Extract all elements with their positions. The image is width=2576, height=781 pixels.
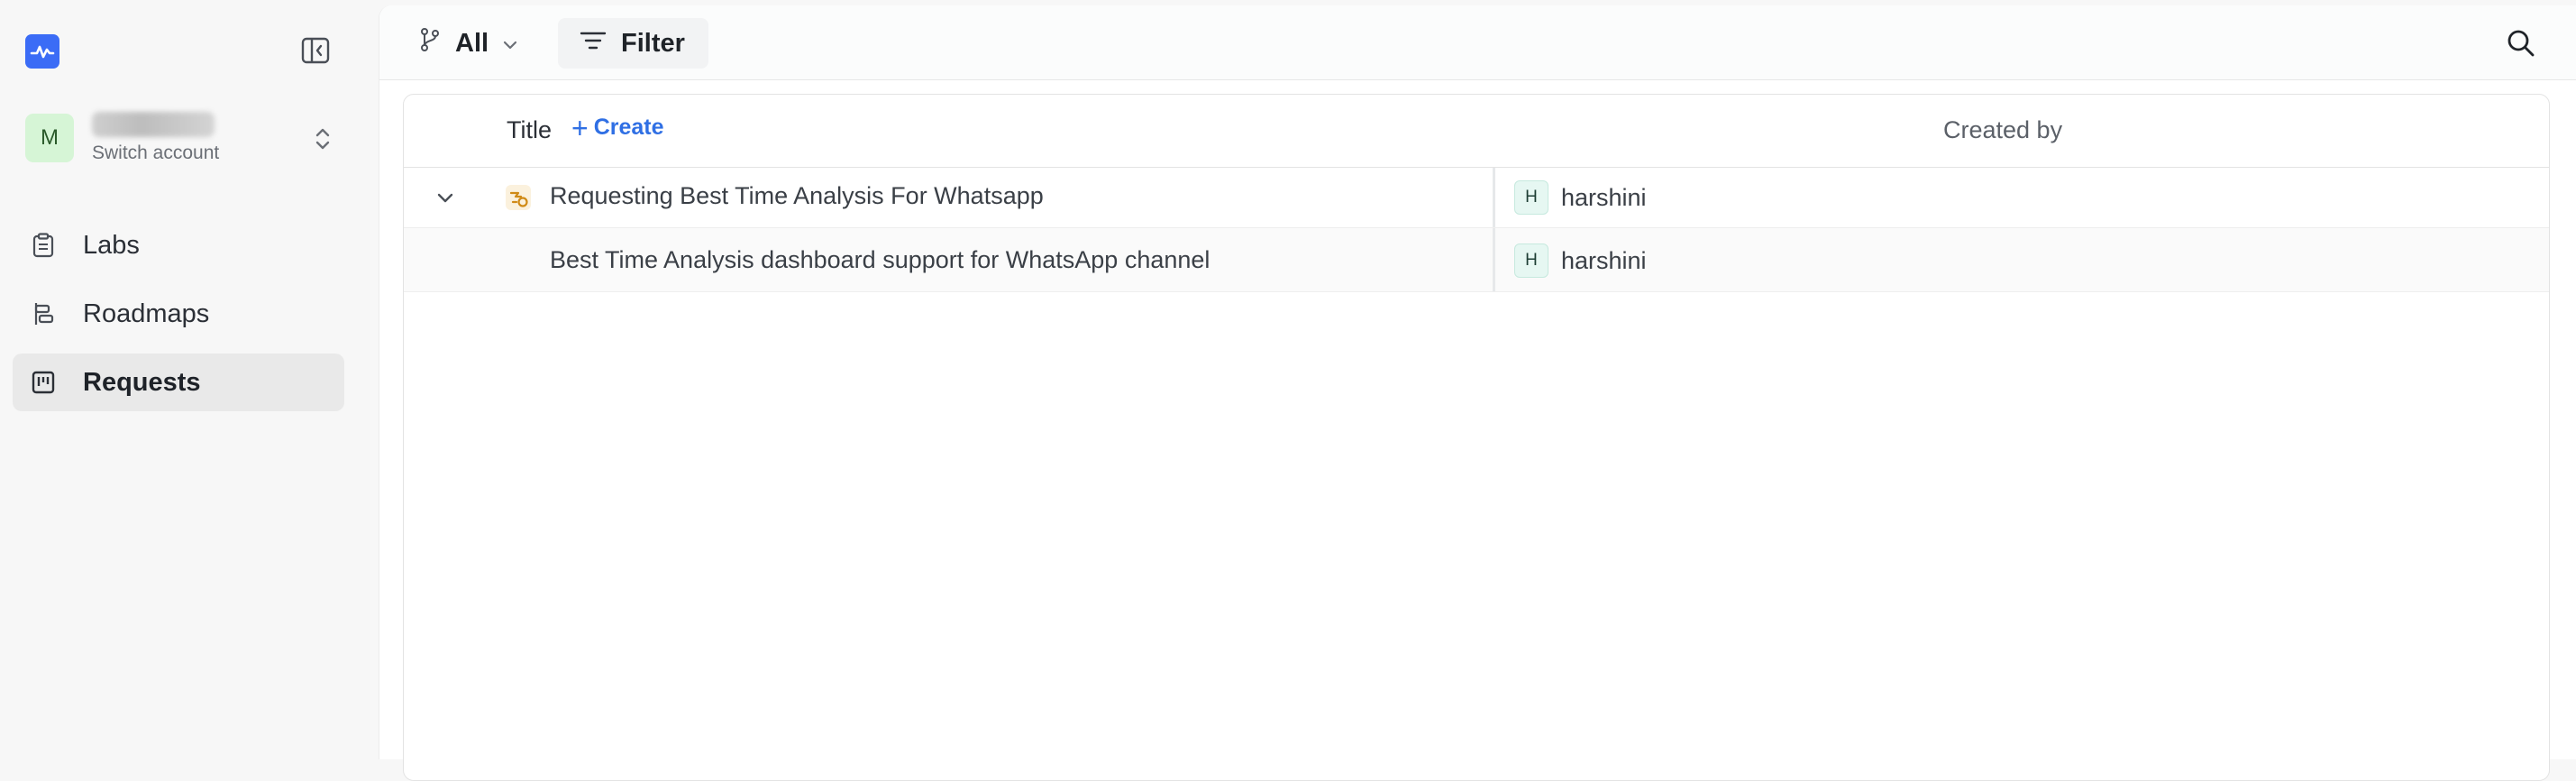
branch-filter-button[interactable]: All bbox=[419, 20, 519, 67]
column-divider[interactable] bbox=[1493, 168, 1495, 227]
created-by-cell: H harshini bbox=[1514, 243, 1647, 278]
git-branch-icon bbox=[419, 27, 441, 60]
activity-logo-icon[interactable] bbox=[25, 34, 59, 69]
avatar: H bbox=[1514, 243, 1548, 278]
sidebar-item-requests[interactable]: Requests bbox=[13, 354, 344, 411]
chevron-up-down-icon[interactable] bbox=[305, 123, 341, 155]
roadmap-icon bbox=[29, 299, 58, 328]
account-name-redacted bbox=[92, 112, 215, 137]
sidebar-item-label: Labs bbox=[83, 230, 140, 260]
sidebar-item-label: Roadmaps bbox=[83, 299, 210, 328]
column-header-created-by: Created by bbox=[1943, 116, 2063, 143]
sidebar-nav: Labs Roadmaps Requests bbox=[13, 216, 344, 422]
requests-table: Title + Create Created by Requesting Bes… bbox=[403, 94, 2550, 781]
column-divider[interactable] bbox=[1493, 228, 1495, 291]
filter-button[interactable]: Filter bbox=[558, 18, 708, 69]
chevron-down-icon[interactable] bbox=[431, 184, 460, 213]
switch-account-label: Switch account bbox=[92, 142, 220, 163]
main-panel: All Filter Title + Create Created by Req… bbox=[379, 5, 2576, 781]
create-label: Create bbox=[593, 115, 664, 140]
account-avatar: M bbox=[25, 114, 74, 162]
sidebar-collapse-icon[interactable] bbox=[297, 34, 333, 67]
table-header: Title + Create Created by bbox=[404, 95, 2549, 168]
filter-icon bbox=[580, 29, 607, 59]
clipboard-icon bbox=[29, 231, 58, 260]
avatar: H bbox=[1514, 180, 1548, 215]
sidebar-item-roadmaps[interactable]: Roadmaps bbox=[13, 285, 344, 343]
table-row[interactable]: Best Time Analysis dashboard support for… bbox=[404, 228, 2549, 292]
chevron-down-icon bbox=[501, 29, 519, 59]
sidebar-item-labs[interactable]: Labs bbox=[13, 216, 344, 274]
branch-filter-label: All bbox=[455, 28, 489, 58]
account-switcher[interactable]: M Switch account bbox=[25, 105, 341, 171]
plus-icon: + bbox=[571, 111, 589, 144]
column-header-title: Title bbox=[507, 116, 553, 143]
toolbar: All Filter bbox=[379, 5, 2576, 80]
create-request-button[interactable]: + Create bbox=[571, 111, 664, 144]
request-group-icon bbox=[505, 184, 532, 211]
search-icon[interactable] bbox=[2501, 23, 2541, 63]
table-row[interactable]: Requesting Best Time Analysis For Whatsa… bbox=[404, 168, 2549, 228]
filter-label: Filter bbox=[621, 28, 685, 58]
request-title[interactable]: Requesting Best Time Analysis For Whatsa… bbox=[550, 182, 1044, 210]
creator-name: harshini bbox=[1561, 183, 1647, 211]
sidebar-item-label: Requests bbox=[83, 367, 201, 397]
created-by-cell: H harshini bbox=[1514, 180, 1647, 215]
board-icon bbox=[29, 368, 58, 397]
request-title[interactable]: Best Time Analysis dashboard support for… bbox=[550, 246, 1210, 274]
creator-name: harshini bbox=[1561, 246, 1647, 274]
sidebar: M Switch account Labs Roadmaps Requests bbox=[0, 0, 377, 759]
